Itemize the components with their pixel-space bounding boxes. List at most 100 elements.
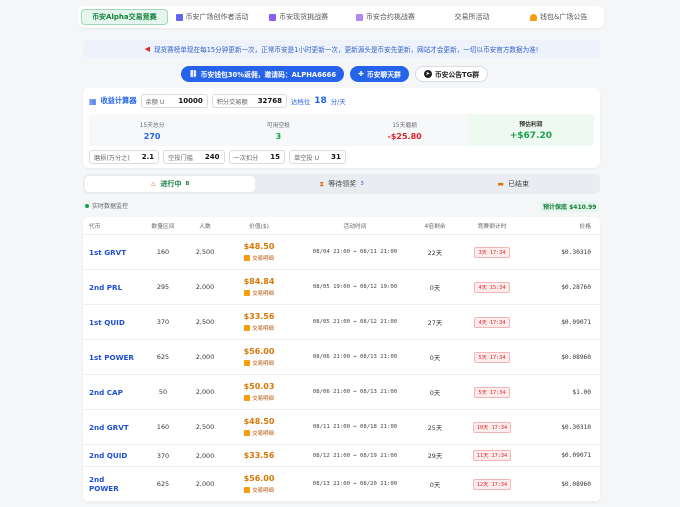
token-symbol[interactable]: 2nd GRVT <box>89 423 129 432</box>
token-symbol[interactable]: 1st GRVT <box>89 248 126 257</box>
people-cell: 2,000 <box>195 480 215 488</box>
time-cell: 08/04 21:00 → 08/11 21:00 <box>312 249 398 255</box>
nav-tab-label: 钱包&广场公告 <box>539 13 588 21</box>
people-cell: 2,000 <box>195 353 215 361</box>
table-row[interactable]: 2nd POWER 625 2,000 $56.00 交易明细 08/13 21:00 →… <box>83 467 600 502</box>
wallet-referral-button[interactable]: ⛓ 币安钱包30%返佣，邀请码：ALPHA6666 <box>181 66 345 82</box>
rate-value: 18 <box>314 96 327 106</box>
countdown-badge: 11天 17:34 <box>472 450 512 461</box>
remain-cell: 0天 <box>429 388 441 397</box>
chart-icon <box>269 13 277 21</box>
header-countdown[interactable]: 竞赛倒计时 <box>459 221 525 230</box>
qty-cell: 295 <box>156 283 170 291</box>
table-row[interactable]: 2nd QUID 370 2,000 $33.56 08/12 21:00 → 08/1… <box>83 445 600 467</box>
trade-detail-link[interactable]: 交易明细 <box>244 486 274 494</box>
param-value: 2.1 <box>141 153 155 161</box>
table-row[interactable]: 1st GRVT 160 2,500 $48.50 交易明细 08/04 21:00 → … <box>83 235 600 270</box>
token-symbol[interactable]: 2nd POWER <box>89 475 119 493</box>
competition-table: 代币 数量区间 人数 价值($) 活动时间 4倍剩余 竞赛倒计时 价格 1st … <box>83 217 600 502</box>
qty-cell: 625 <box>156 353 170 361</box>
table-row[interactable]: 2nd GRVT 160 2,500 $48.50 交易明细 08/11 21:00 → … <box>83 410 600 445</box>
nav-tab-spot[interactable]: 币安现货挑战赛 <box>256 9 341 25</box>
value-amount: $56.00 <box>243 474 275 483</box>
points-value: 32768 <box>257 97 283 105</box>
tab-label: 进行中 <box>160 180 182 188</box>
token-symbol[interactable]: 1st QUID <box>89 318 125 327</box>
header-qty[interactable]: 数量区间 <box>135 221 191 230</box>
time-cell: 08/06 21:00 → 08/13 21:00 <box>312 389 398 395</box>
qty-cell: 50 <box>158 388 168 396</box>
stat-value: +$67.20 <box>509 131 553 141</box>
param-threshold[interactable]: 空投门槛 240 <box>163 150 225 164</box>
nav-tab-futures[interactable]: 币安合约挑战赛 <box>343 9 428 25</box>
calculator-stats: 15天总分 270 可用空投 3 15天磨损 -$25.80 预估利润 +$67.20 <box>89 114 594 146</box>
balance-field[interactable]: 余额 U 10000 <box>140 94 208 108</box>
balance-label: 余额 U <box>145 98 165 106</box>
tab-waiting[interactable]: ⧗ 等待领奖 3 <box>257 176 427 192</box>
param-value: 240 <box>204 153 220 161</box>
param-value: 15 <box>270 153 281 161</box>
token-symbol[interactable]: 1st POWER <box>89 353 134 362</box>
trade-detail-link[interactable]: 交易明细 <box>244 359 274 367</box>
price-cell: $0.30310 <box>561 423 591 431</box>
value-amount: $50.03 <box>243 382 275 391</box>
countdown-badge: 10天 17:34 <box>472 421 512 433</box>
chat-group-button[interactable]: ✚ 币安聊天群 <box>350 66 409 82</box>
chat-group-label: 币安聊天群 <box>366 71 401 79</box>
time-cell: 08/05 19:00 → 08/12 19:00 <box>312 284 398 290</box>
nav-tab-alpha[interactable]: 币安Alpha交易竞赛 <box>81 9 168 25</box>
tab-label: 已结束 <box>507 180 529 188</box>
tab-count: 3 <box>360 181 364 187</box>
value-cell: $48.50 交易明细 <box>219 242 299 262</box>
table-row[interactable]: 2nd PRL 295 2,000 $84.84 交易明细 08/05 19:00 → 0… <box>83 270 600 305</box>
trade-detail-link[interactable]: 交易明细 <box>244 289 274 297</box>
param-airdrop-u[interactable]: 单空投 U 31 <box>289 150 346 164</box>
header-time[interactable]: 活动时间 <box>299 221 411 230</box>
table-row[interactable]: 2nd CAP 50 2,000 $50.03 交易明细 08/06 21:00 → 08… <box>83 375 600 410</box>
trade-detail-link[interactable]: 交易明细 <box>244 394 274 402</box>
value-cell: $84.84 交易明细 <box>219 277 299 297</box>
header-value[interactable]: 价值($) <box>219 221 299 230</box>
detail-icon <box>244 487 251 493</box>
time-cell: 08/11 21:00 → 08/18 21:00 <box>312 424 398 430</box>
points-field[interactable]: 积分交易额 32768 <box>211 94 288 108</box>
qty-cell: 160 <box>156 423 170 431</box>
trade-detail-link[interactable]: 交易明细 <box>244 324 274 332</box>
value-amount: $33.56 <box>243 451 275 460</box>
wallet-referral-label: 币安钱包30%返佣，邀请码：ALPHA6666 <box>200 71 337 79</box>
trade-detail-link[interactable]: 交易明细 <box>244 429 274 437</box>
live-monitor: 实时数据监控 <box>85 201 128 210</box>
plus-icon: ✚ <box>358 70 364 78</box>
tg-group-button[interactable]: ➤ 币安公告TG群 <box>414 66 489 82</box>
table-row[interactable]: 1st QUID 370 2,500 $33.56 交易明细 08/05 21:00 → … <box>83 305 600 340</box>
tab-ended[interactable]: ▬ 已结束 <box>428 176 598 192</box>
detail-icon <box>244 395 251 401</box>
param-wear-rate[interactable]: 磨损(万分之) 2.1 <box>89 150 160 164</box>
token-symbol[interactable]: 2nd PRL <box>89 283 122 292</box>
people-cell: 2,000 <box>195 388 215 396</box>
header-people[interactable]: 人数 <box>191 221 219 230</box>
price-cell: $0.08960 <box>561 480 591 488</box>
header-price[interactable]: 价格 <box>525 221 597 230</box>
nav-tab-creator[interactable]: 币安广场创作者活动 <box>170 9 255 25</box>
link-icon: ⛓ <box>189 70 198 78</box>
time-cell: 08/05 21:00 → 08/12 21:00 <box>312 319 398 325</box>
token-symbol[interactable]: 2nd CAP <box>89 388 123 397</box>
qty-cell: 625 <box>156 480 170 488</box>
tab-ongoing[interactable]: ♨ 进行中 8 <box>85 176 255 192</box>
token-symbol[interactable]: 2nd QUID <box>89 451 127 460</box>
telegram-icon: ➤ <box>423 70 432 78</box>
nav-tab-wallet[interactable]: 钱包&广场公告 <box>516 9 601 25</box>
table-row[interactable]: 1st POWER 625 2,000 $56.00 交易明细 08/06 21:00 →… <box>83 340 600 375</box>
param-deduct[interactable]: 一次扣分 15 <box>228 150 286 164</box>
header-remain[interactable]: 4倍剩余 <box>411 221 459 230</box>
trade-detail-link[interactable]: 交易明细 <box>244 254 274 262</box>
nav-tab-exchange[interactable]: 交易所活动 <box>430 9 515 25</box>
detail-icon <box>244 255 251 261</box>
trade-detail-label: 交易明细 <box>252 256 274 262</box>
people-cell: 2,500 <box>195 423 215 431</box>
table-body: 1st GRVT 160 2,500 $48.50 交易明细 08/04 21:00 → … <box>83 235 600 502</box>
header-token[interactable]: 代币 <box>83 221 135 230</box>
trade-detail-label: 交易明细 <box>252 396 274 402</box>
value-amount: $84.84 <box>243 277 275 286</box>
